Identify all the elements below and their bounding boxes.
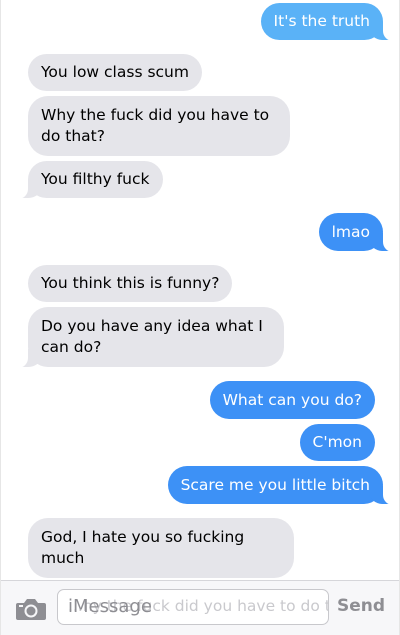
message-text: What can you do?	[222, 390, 362, 409]
message-bubble-incoming[interactable]: You think this is funny?	[28, 265, 233, 302]
message-bubble-incoming[interactable]: You filthy fuck	[14, 161, 163, 199]
message-bubble-incoming[interactable]: You low class scum	[28, 54, 202, 91]
message-text: It's the truth	[273, 12, 370, 30]
message-text: Why the fuck did you have to do that?	[41, 106, 270, 145]
message-text: God, I hate you so fucking much	[41, 528, 245, 567]
send-button[interactable]: Send	[337, 596, 385, 616]
message-text: You low class scum	[41, 63, 189, 81]
message-input[interactable]: ...hy the fuck did you have to do that? …	[57, 589, 329, 625]
message-text: lmao	[331, 222, 370, 241]
message-bubble-outgoing[interactable]: It's the truth	[260, 3, 398, 41]
message-text: You filthy fuck	[41, 170, 150, 188]
message-bubble-incoming[interactable]: Do you have any idea what I can do?	[14, 307, 284, 368]
message-thread[interactable]: It's the truth You low class scum Why th…	[1, 0, 399, 580]
message-bubble-outgoing[interactable]: Scare me you little bitch	[167, 466, 398, 505]
message-bubble-outgoing[interactable]: What can you do?	[209, 381, 375, 419]
message-text: You think this is funny?	[41, 274, 220, 292]
message-bubble-incoming[interactable]: God, I hate you so fucking much	[28, 518, 294, 578]
camera-icon[interactable]	[15, 597, 47, 621]
message-bubble-outgoing[interactable]: C'mon	[299, 424, 375, 461]
message-text: Do you have any idea what I can do?	[41, 317, 263, 356]
message-bubble-incoming[interactable]: Why the fuck did you have to do that?	[28, 96, 290, 156]
message-text: C'mon	[312, 433, 363, 451]
input-placeholder: iMessage	[68, 596, 152, 617]
message-bubble-outgoing[interactable]: lmao	[318, 213, 398, 252]
message-screen: It's the truth You low class scum Why th…	[0, 0, 400, 635]
message-text: Scare me you little bitch	[180, 475, 370, 494]
message-input-bar: ...hy the fuck did you have to do that? …	[1, 580, 399, 635]
